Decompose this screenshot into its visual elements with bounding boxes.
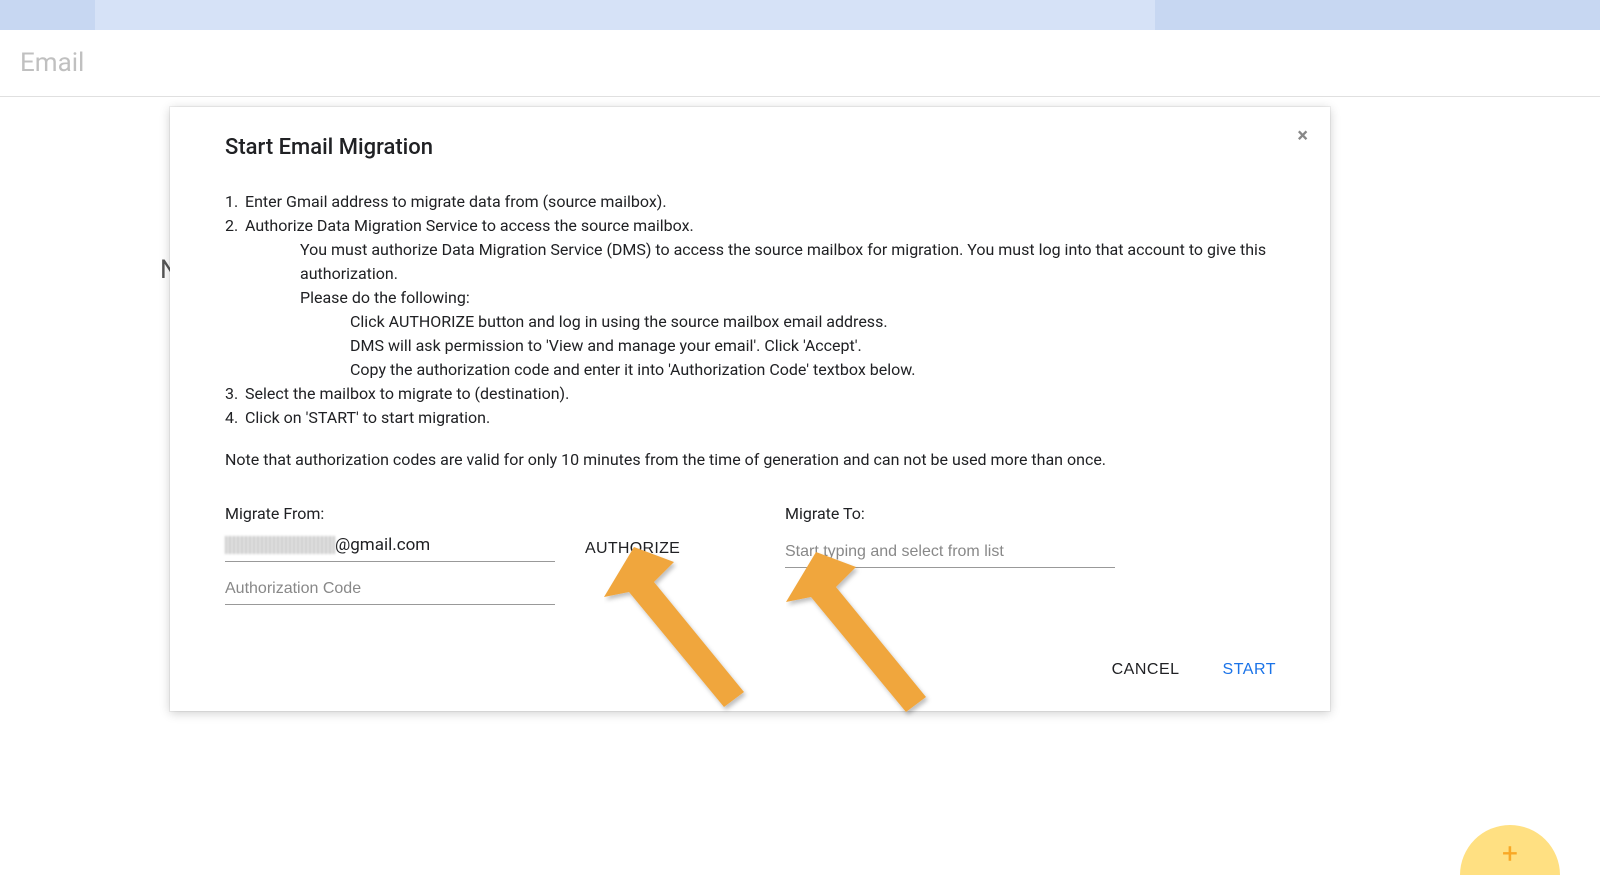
note-text: Note that authorization codes are valid … [225, 450, 1300, 469]
authorize-button[interactable]: AUTHORIZE [585, 540, 680, 558]
top-banner-inner [95, 0, 1155, 30]
instruction-step-1: Enter Gmail address to migrate data from… [225, 190, 1300, 214]
close-icon[interactable]: × [1297, 125, 1308, 145]
instruction-step-2-sub2a: Click AUTHORIZE button and log in using … [245, 310, 1300, 334]
migrate-from-section: Migrate From: @gmail.com AUTHORIZE [225, 504, 725, 605]
email-domain-text: @gmail.com [335, 535, 430, 555]
instruction-step-2-sub2: Please do the following: [245, 286, 1300, 310]
fab-button[interactable]: + [1460, 825, 1560, 875]
migrate-from-label: Migrate From: [225, 504, 725, 523]
authorization-code-input[interactable] [225, 572, 555, 605]
email-migration-modal: × Start Email Migration Enter Gmail addr… [170, 107, 1330, 711]
page-header: Email [0, 30, 1600, 97]
cancel-button[interactable]: CANCEL [1108, 655, 1184, 685]
migrate-to-input[interactable] [785, 535, 1115, 568]
instruction-step-2-text: Authorize Data Migration Service to acce… [245, 216, 694, 235]
start-button[interactable]: START [1219, 655, 1280, 685]
instruction-step-2-sub1: You must authorize Data Migration Servic… [245, 238, 1300, 286]
instruction-step-2-sub2b: DMS will ask permission to 'View and man… [245, 334, 1300, 358]
form-row: Migrate From: @gmail.com AUTHORIZE Migra… [225, 504, 1300, 605]
top-banner-bar [0, 0, 1600, 30]
instruction-step-4: Click on 'START' to start migration. [225, 406, 1300, 430]
migrate-to-section: Migrate To: [785, 504, 1115, 605]
page-title: Email [20, 48, 1580, 78]
instruction-step-2: Authorize Data Migration Service to acce… [225, 214, 1300, 382]
content-area: N × Start Email Migration Enter Gmail ad… [0, 97, 1600, 167]
instruction-step-3: Select the mailbox to migrate to (destin… [225, 382, 1300, 406]
instruction-step-2-sub2c: Copy the authorization code and enter it… [245, 358, 1300, 382]
source-email-input[interactable]: @gmail.com [225, 535, 555, 562]
migrate-to-label: Migrate To: [785, 504, 1115, 523]
redacted-email-local [225, 536, 335, 554]
modal-actions: CANCEL START [225, 635, 1300, 685]
plus-icon: + [1502, 837, 1518, 870]
instructions-block: Enter Gmail address to migrate data from… [225, 190, 1300, 430]
modal-title: Start Email Migration [225, 135, 1300, 160]
